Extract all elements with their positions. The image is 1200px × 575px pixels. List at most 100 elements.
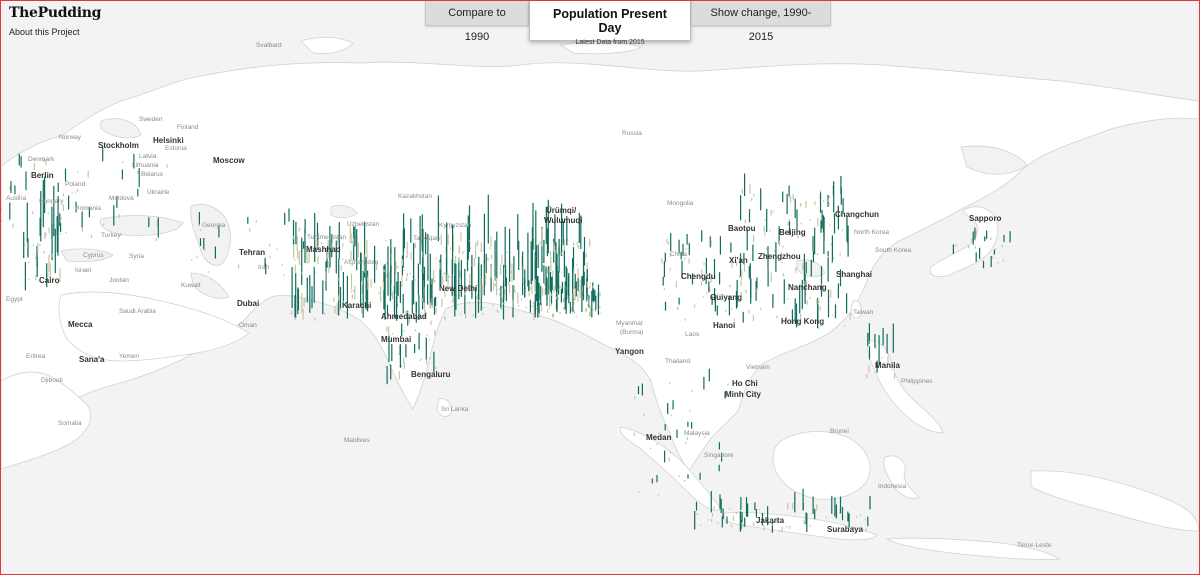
population-spike xyxy=(10,181,12,193)
population-spike xyxy=(597,292,599,315)
pudding-logo[interactable]: ThePudding xyxy=(9,5,101,21)
population-spike xyxy=(787,502,789,510)
population-spike xyxy=(847,511,849,522)
population-spike xyxy=(550,303,552,307)
population-spike xyxy=(294,317,296,321)
population-spike xyxy=(397,265,399,269)
population-spike xyxy=(559,285,561,289)
population-spike xyxy=(589,242,591,244)
population-spike xyxy=(686,437,688,441)
population-spike xyxy=(324,271,327,282)
population-spike xyxy=(637,386,640,395)
population-spike xyxy=(805,261,807,274)
population-spike xyxy=(47,212,49,215)
population-spike xyxy=(430,284,432,299)
population-spike xyxy=(710,491,712,513)
population-spike xyxy=(417,263,419,295)
population-spike xyxy=(342,272,344,302)
population-spike xyxy=(77,188,79,192)
population-spike xyxy=(403,330,405,333)
population-spike xyxy=(827,199,830,202)
population-spike xyxy=(20,156,22,168)
city-label: Hanoi xyxy=(713,321,735,330)
population-spike xyxy=(990,256,992,267)
population-spike xyxy=(23,231,25,259)
population-spike xyxy=(198,224,200,227)
population-spike xyxy=(812,251,814,263)
population-spike xyxy=(786,193,788,214)
population-spike xyxy=(678,297,680,305)
population-spike xyxy=(430,320,432,326)
population-spike xyxy=(366,239,368,259)
population-spike xyxy=(829,224,831,226)
population-spike xyxy=(485,274,487,286)
population-spike xyxy=(699,472,701,480)
population-spike xyxy=(849,313,851,321)
population-spike xyxy=(788,185,790,197)
population-spike xyxy=(346,275,348,319)
population-spike xyxy=(433,297,436,315)
population-spike xyxy=(789,526,791,529)
population-spike xyxy=(398,370,400,380)
population-spike xyxy=(725,309,727,312)
population-spike xyxy=(718,442,720,450)
population-spike xyxy=(522,265,524,283)
population-spike xyxy=(513,285,515,293)
city-label: Guiyang xyxy=(710,293,742,302)
population-spike xyxy=(839,496,842,514)
population-spike xyxy=(546,267,548,274)
population-spike xyxy=(342,243,344,248)
population-spike xyxy=(388,326,390,335)
population-spike xyxy=(695,501,698,511)
population-spike xyxy=(487,194,489,244)
population-spike xyxy=(992,256,994,259)
population-spike xyxy=(716,305,718,316)
population-spike xyxy=(426,360,428,365)
country-label: Turkmenistan xyxy=(307,234,347,241)
country-label: Latvia xyxy=(139,153,157,160)
population-spike xyxy=(137,188,139,197)
population-spike xyxy=(401,259,404,267)
population-spike xyxy=(567,239,569,242)
population-spike xyxy=(859,514,861,516)
population-spike xyxy=(577,245,580,249)
country-label: South Korea xyxy=(875,247,912,254)
population-spike xyxy=(294,259,296,261)
tab-population-present-day[interactable]: Population Present Day Latest Data from … xyxy=(529,1,691,46)
country-label: Singapore xyxy=(704,452,734,459)
population-spike xyxy=(817,218,819,227)
country-label: Oman xyxy=(239,322,257,329)
tab-compare-1990[interactable]: Compare to 1990 xyxy=(425,1,529,43)
population-spike xyxy=(43,251,45,254)
population-spike xyxy=(821,276,823,280)
country-label: Timor-Leste xyxy=(1017,542,1052,549)
city-label: Ho Chi xyxy=(732,379,758,388)
population-spike xyxy=(295,273,297,318)
population-spike xyxy=(32,244,34,247)
population-spike xyxy=(802,263,804,271)
population-spike xyxy=(385,239,387,242)
population-spike xyxy=(214,246,216,259)
population-spike xyxy=(561,281,563,294)
tab-show-change[interactable]: Show change, 1990-2015 xyxy=(691,1,831,43)
population-spike xyxy=(573,286,575,290)
population-spike xyxy=(60,217,62,220)
population-map[interactable]: Svalbard Norway Sweden Finland Russia Latvia E… xyxy=(1,1,1199,574)
population-spike xyxy=(986,230,988,240)
population-spike xyxy=(200,228,202,232)
population-spike xyxy=(825,516,827,519)
city-label: Karachi xyxy=(342,301,371,310)
population-spike xyxy=(894,373,896,380)
population-spike xyxy=(806,512,808,533)
population-spike xyxy=(834,497,836,517)
population-spike xyxy=(204,249,206,251)
population-spike xyxy=(309,275,311,313)
about-project-link[interactable]: About this Project xyxy=(9,27,101,37)
population-spike xyxy=(303,298,305,307)
population-spike xyxy=(718,464,720,472)
population-spike xyxy=(865,528,867,533)
population-spike xyxy=(783,279,785,304)
population-spike xyxy=(354,285,356,300)
population-spike xyxy=(804,522,806,525)
population-spike xyxy=(770,272,772,283)
